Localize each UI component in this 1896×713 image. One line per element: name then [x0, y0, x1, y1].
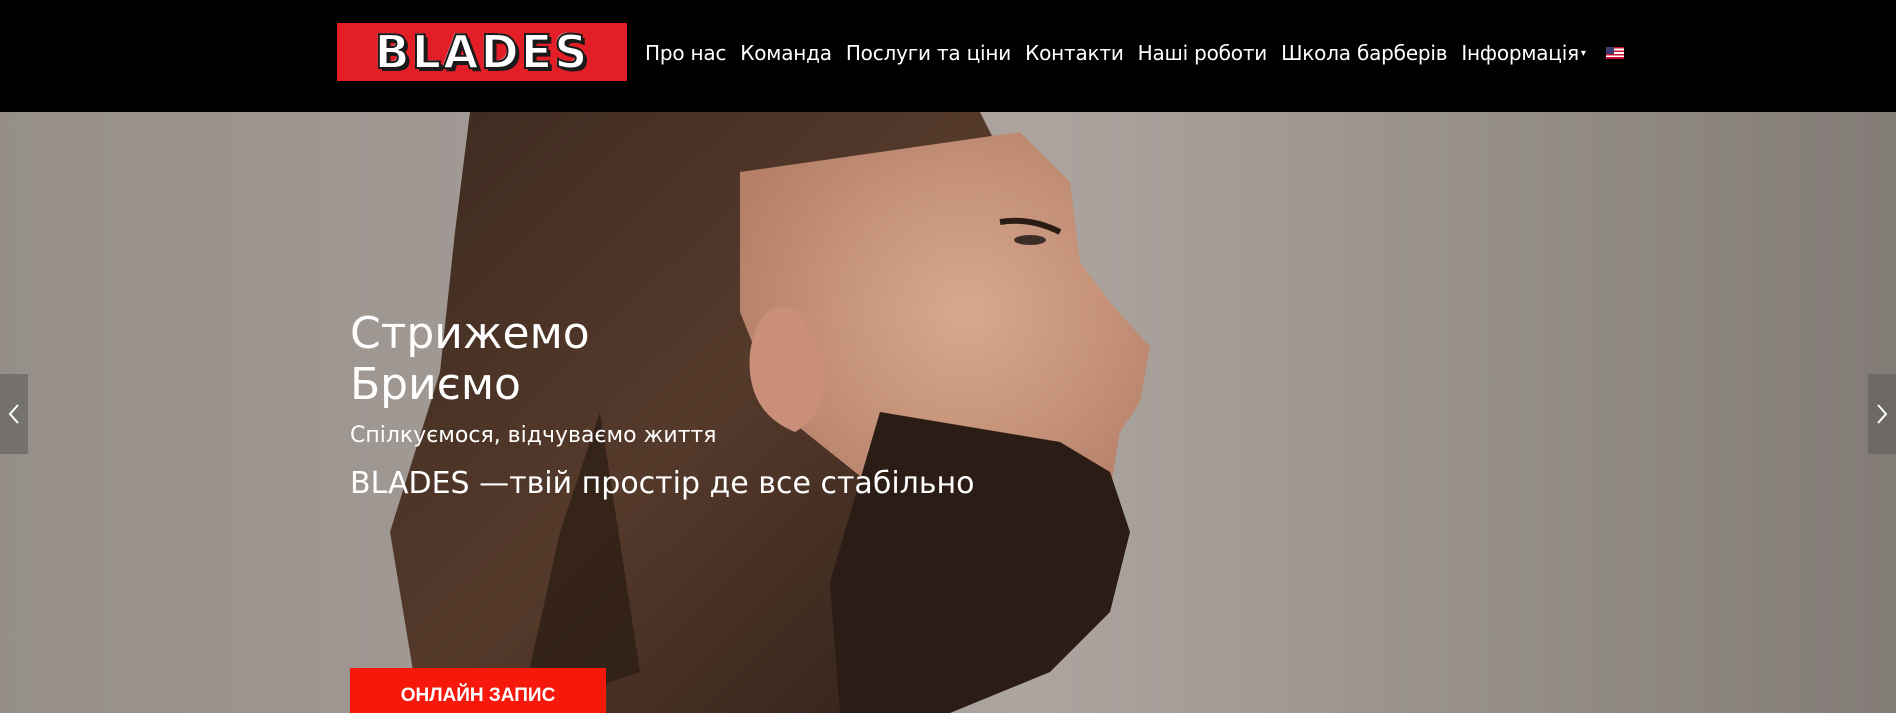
nav-our-works[interactable]: Наші роботи	[1131, 41, 1274, 65]
hero-subtitle: Спілкуємося, відчуваємо життя	[350, 423, 717, 448]
nav-barber-school[interactable]: Школа барберів	[1274, 41, 1454, 65]
nav-information-label: Інформація	[1461, 41, 1579, 65]
logo-text: BLADES	[374, 25, 590, 79]
hero-title: Стрижемо Бриємо	[350, 308, 1050, 410]
us-flag-icon[interactable]	[1605, 47, 1624, 59]
chevron-down-icon: ▾	[1580, 47, 1586, 59]
nav-contacts[interactable]: Контакти	[1018, 41, 1131, 65]
slider-next-button[interactable]	[1868, 374, 1896, 454]
nav-about[interactable]: Про нас	[638, 41, 733, 65]
hero-slider: Стрижемо Бриємо Спілкуємося, відчуваємо …	[0, 112, 1896, 713]
slider-prev-button[interactable]	[0, 374, 28, 454]
logo-badge: BLADES	[340, 26, 624, 78]
chevron-left-icon	[8, 404, 19, 424]
nav-information-dropdown[interactable]: Інформація ▾	[1454, 41, 1592, 65]
chevron-right-icon	[1877, 404, 1888, 424]
hero-tagline: BLADES —твій простір де все стабільно	[350, 466, 975, 501]
flag-canton	[1605, 47, 1614, 54]
site-header: BLADES Про нас Команда Послуги та ціни К…	[0, 0, 1896, 112]
nav-services-prices[interactable]: Послуги та ціни	[839, 41, 1018, 65]
main-navigation: Про нас Команда Послуги та ціни Контакти…	[638, 0, 1624, 106]
blades-logo[interactable]: BLADES	[337, 23, 627, 81]
hero-content: Стрижемо Бриємо Спілкуємося, відчуваємо …	[350, 308, 1050, 713]
hero-title-line1: Стрижемо	[350, 308, 590, 359]
nav-team[interactable]: Команда	[733, 41, 839, 65]
hero-title-line2: Бриємо	[350, 359, 521, 410]
online-booking-button[interactable]: ОНЛАЙН ЗАПИС	[350, 668, 606, 713]
